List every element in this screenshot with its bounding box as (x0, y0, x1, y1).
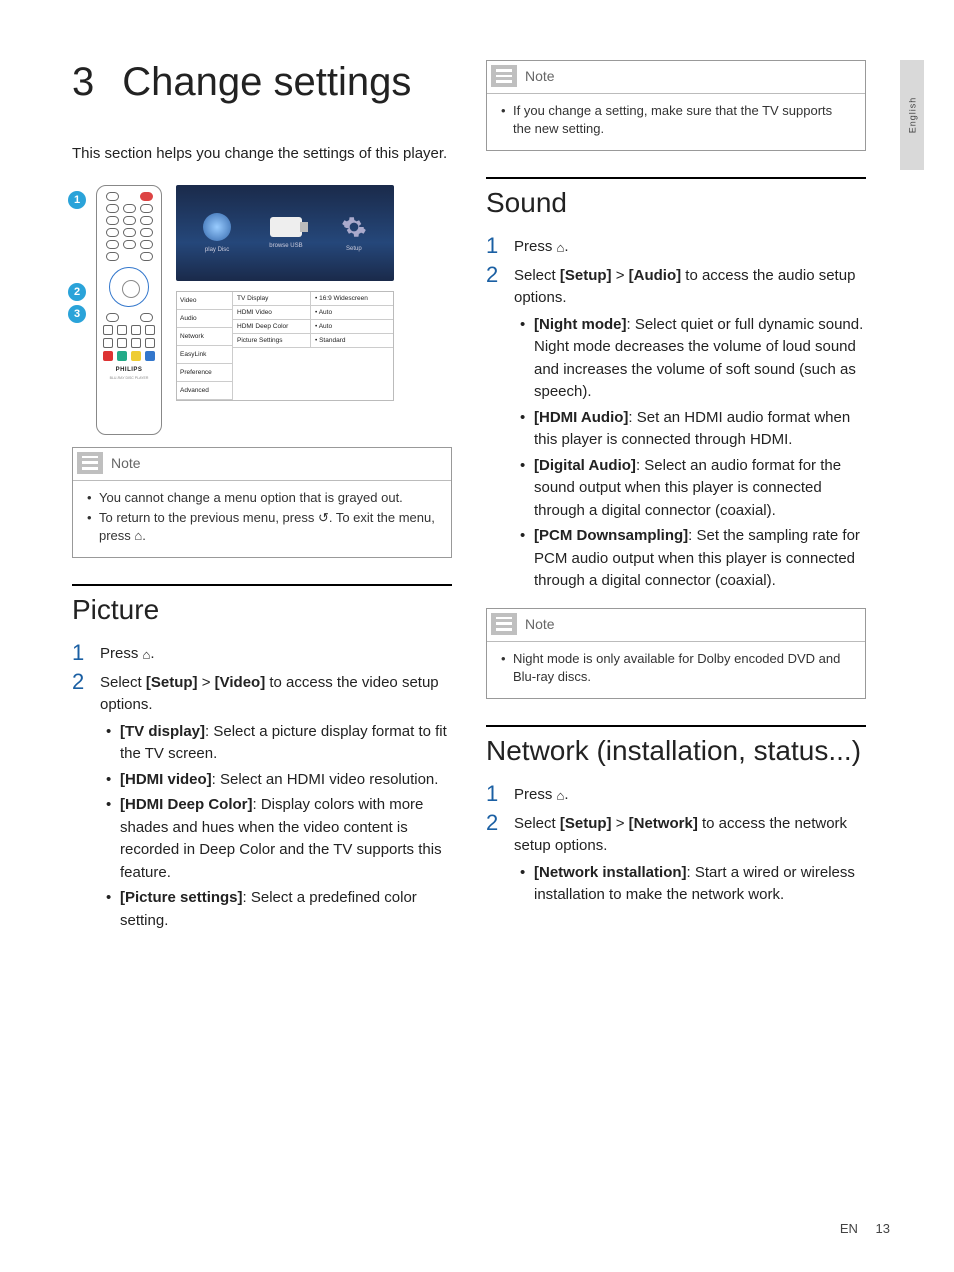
sound-step-1: Press ⌂. (514, 233, 866, 259)
note-label: Note (111, 455, 141, 471)
network-step-2: Select [Setup] > [Network] to access the… (514, 810, 866, 910)
home-screen-illustration: play Disc browse USB Setup (176, 185, 394, 281)
remote-illustration: PHILIPS BLU-RAY DISC PLAYER (96, 185, 162, 435)
picture-option: [TV display]: Select a picture display f… (100, 721, 452, 766)
sound-option: [Digital Audio]: Select an audio format … (514, 455, 866, 523)
picture-heading: Picture (72, 594, 452, 626)
callout-1: 1 (68, 191, 86, 209)
sound-step-2: Select [Setup] > [Audio] to access the a… (514, 262, 866, 596)
chapter-heading: 3 Change settings (72, 60, 452, 105)
note-box-tv: Note If you change a setting, make sure … (486, 60, 866, 151)
sound-heading: Sound (486, 187, 866, 219)
intro-text: This section helps you change the settin… (72, 143, 452, 165)
picture-step-1: Press ⌂. (100, 640, 452, 666)
remote-subtext: BLU-RAY DISC PLAYER (110, 376, 149, 380)
footer-lang: EN (840, 1221, 858, 1236)
note-icon (491, 613, 517, 635)
sound-option: [Night mode]: Select quiet or full dynam… (514, 314, 866, 404)
picture-step-2: Select [Setup] > [Video] to access the v… (100, 669, 452, 936)
note-label: Note (525, 616, 555, 632)
note-item: To return to the previous menu, press ↺.… (85, 509, 439, 545)
note-item: You cannot change a menu option that is … (85, 489, 439, 507)
note-box-sound: Note Night mode is only available for Do… (486, 608, 866, 699)
note-item: Night mode is only available for Dolby e… (499, 650, 853, 686)
page-footer: EN 13 (840, 1221, 890, 1236)
chapter-number: 3 (72, 60, 94, 105)
setup-screen-illustration: Video Audio Network EasyLink Preference … (176, 291, 394, 401)
footer-page: 13 (876, 1221, 890, 1236)
settings-diagram: 1 2 3 PHILIPS (72, 185, 452, 435)
note-label: Note (525, 68, 555, 84)
chapter-title: Change settings (122, 60, 411, 105)
picture-option: [HDMI Deep Color]: Display colors with m… (100, 794, 452, 884)
remote-logo: PHILIPS (116, 367, 143, 373)
language-tab: English (900, 60, 924, 170)
network-step-1: Press ⌂. (514, 781, 866, 807)
picture-option: [HDMI video]: Select an HDMI video resol… (100, 769, 452, 792)
language-tab-text: English (907, 97, 917, 134)
callout-2: 2 (68, 283, 86, 301)
left-column: 3 Change settings This section helps you… (72, 60, 452, 937)
note-box-general: Note You cannot change a menu option tha… (72, 447, 452, 559)
sound-option: [HDMI Audio]: Set an HDMI audio format w… (514, 407, 866, 452)
network-heading: Network (installation, status...) (486, 735, 866, 767)
callout-3: 3 (68, 305, 86, 323)
network-option: [Network installation]: Start a wired or… (514, 862, 866, 907)
picture-option: [Picture settings]: Select a predefined … (100, 887, 452, 932)
note-icon (491, 65, 517, 87)
right-column: Note If you change a setting, make sure … (486, 60, 866, 937)
sound-option: [PCM Downsampling]: Set the sampling rat… (514, 525, 866, 593)
note-icon (77, 452, 103, 474)
note-item: If you change a setting, make sure that … (499, 102, 853, 138)
